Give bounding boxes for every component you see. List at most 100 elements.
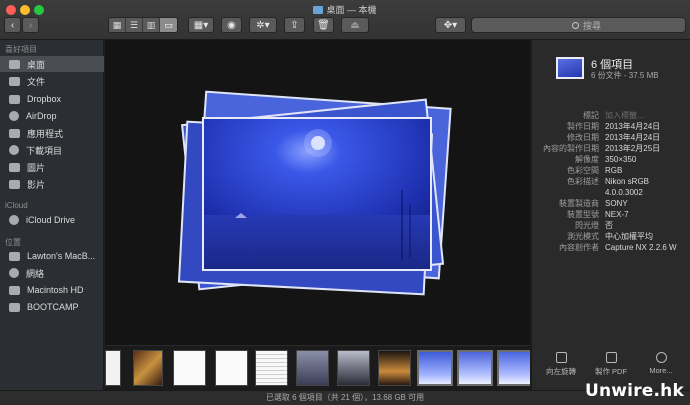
- folder-icon: [313, 6, 324, 14]
- thumbnail[interactable]: [296, 350, 329, 386]
- metadata-key: 內容創作者: [559, 243, 599, 252]
- metadata-value: Capture NX 2.2.6 W: [605, 243, 677, 252]
- pdf-icon: [605, 352, 617, 363]
- metadata-row: 解像度 350×350: [532, 155, 690, 165]
- metadata-key: 修改日期: [567, 133, 599, 142]
- metadata-key: 測光模式: [567, 232, 599, 241]
- create-pdf-button[interactable]: 製作 PDF: [589, 352, 633, 377]
- trash-button[interactable]: 🗑: [313, 17, 334, 33]
- thumbnail[interactable]: [378, 350, 411, 386]
- share-button[interactable]: ⇪: [284, 17, 305, 33]
- network-icon: [9, 268, 19, 278]
- group-by-button[interactable]: ▦▾: [188, 17, 214, 33]
- thumbnail[interactable]: [133, 350, 163, 386]
- metadata-row: 測光模式 中心加權平均: [532, 232, 690, 242]
- sidebar-item-pictures[interactable]: 圖片: [0, 159, 104, 175]
- toolbar: 桌面 — 本機 ‹ › ▦ ☰ ▥ ▭ ▦▾ ◉ ✲▾ ⇪ 🗑 ⏏ ✥▾ 搜尋: [0, 0, 690, 40]
- metadata-row: 內容創作者 Capture NX 2.2.6 W: [532, 243, 690, 253]
- sidebar-item-airdrop[interactable]: AirDrop: [0, 108, 104, 124]
- sidebar-item-label: iCloud Drive: [26, 215, 76, 225]
- action-gear-button[interactable]: ✲▾: [249, 17, 277, 33]
- metadata-row: 色彩空間 RGB: [532, 166, 690, 176]
- forward-button[interactable]: ›: [22, 17, 39, 33]
- metadata-key: 閃光燈: [575, 221, 599, 230]
- filmstrip[interactable]: [105, 345, 530, 390]
- thumbnail[interactable]: [105, 350, 121, 386]
- selection-subtitle: 6 份文件 - 37.5 MB: [591, 71, 659, 80]
- metadata-key: 色彩描述: [567, 177, 599, 186]
- more-actions-button[interactable]: More...: [639, 352, 683, 375]
- rotate-left-button[interactable]: 向左旋轉: [539, 352, 583, 377]
- search-icon: [572, 21, 579, 29]
- column-view-icon[interactable]: ▥: [143, 18, 160, 32]
- add-tags-field[interactable]: 加入標籤…: [605, 111, 645, 121]
- search-placeholder: 搜尋: [583, 20, 602, 31]
- metadata-key: 裝置製造商: [559, 199, 599, 208]
- sidebar-item-network[interactable]: 網絡: [0, 265, 104, 281]
- metadata-row: 內容的製作日期 2013年2月25日: [532, 144, 690, 154]
- metadata-value: Nikon sRGB: [605, 177, 650, 186]
- photo-stack-icon: [556, 57, 584, 79]
- movies-icon: [9, 179, 20, 189]
- gallery-view-icon[interactable]: ▭: [160, 18, 177, 32]
- sidebar-header-favorites: 喜好項目: [5, 45, 37, 54]
- disk-icon: [9, 285, 20, 295]
- sidebar-item-label: BOOTCAMP: [27, 302, 79, 312]
- metadata-row: 裝置型號 NEX-7: [532, 210, 690, 220]
- sidebar-item-label: Dropbox: [27, 94, 62, 104]
- documents-icon: [9, 76, 20, 86]
- sidebar-item-label: 應用程式: [27, 128, 64, 139]
- sidebar-item-desktop[interactable]: 桌面: [0, 56, 104, 72]
- sidebar-item-dropbox[interactable]: Dropbox: [0, 91, 104, 107]
- sidebar-item-macbook[interactable]: Lawton's MacB...: [0, 248, 104, 264]
- metadata-value: 350×350: [605, 155, 637, 164]
- downloads-icon: [9, 145, 19, 155]
- metadata-row: 製作日期 2013年4月24日: [532, 122, 690, 132]
- sidebar-item-movies[interactable]: 影片: [0, 176, 104, 192]
- list-view-icon[interactable]: ☰: [126, 18, 143, 32]
- thumbnail[interactable]: [255, 350, 288, 386]
- sidebar-item-label: 影片: [27, 179, 46, 190]
- metadata-value: 2013年4月24日: [605, 122, 661, 131]
- sidebar-item-label: Lawton's MacB...: [27, 251, 96, 261]
- status-text: 已選取 6 個項目（共 21 個），13.68 GB 可用: [265, 393, 425, 402]
- metadata-value: 2013年4月24日: [605, 133, 661, 142]
- sidebar-item-documents[interactable]: 文件: [0, 73, 104, 89]
- dropbox-button[interactable]: ✥▾: [435, 17, 466, 33]
- sidebar-item-downloads[interactable]: 下載項目: [0, 142, 104, 158]
- thumbnail[interactable]: [215, 350, 248, 386]
- sidebar-item-label: 圖片: [27, 162, 46, 173]
- quick-look-button[interactable]: ◉: [221, 17, 242, 33]
- inspector-panel: 6 個項目 6 份文件 - 37.5 MB 標記 加入標籤… 製作日期 2013年4…: [531, 40, 690, 390]
- thumbnail[interactable]: [337, 350, 370, 386]
- search-field[interactable]: 搜尋: [471, 17, 686, 33]
- thumbnail-selected[interactable]: [457, 350, 493, 386]
- action-label: 向左旋轉: [546, 367, 576, 376]
- sidebar-item-macintosh-hd[interactable]: Macintosh HD: [0, 282, 104, 298]
- thumbnail[interactable]: [173, 350, 206, 386]
- action-label: 製作 PDF: [594, 367, 628, 376]
- gallery-preview[interactable]: [105, 40, 530, 345]
- eject-button[interactable]: ⏏: [341, 17, 369, 33]
- sidebar-item-label: Macintosh HD: [27, 285, 84, 295]
- view-mode-control[interactable]: ▦ ☰ ▥ ▭: [108, 17, 178, 33]
- more-icon: [655, 352, 667, 363]
- sidebar: 喜好項目 桌面 文件 Dropbox AirDrop 應用程式 下載項目 圖片 …: [0, 40, 104, 390]
- sidebar-item-bootcamp[interactable]: BOOTCAMP: [0, 299, 104, 315]
- sidebar-item-applications[interactable]: 應用程式: [0, 125, 104, 141]
- thumbnail-selected[interactable]: [417, 350, 453, 386]
- metadata-value: 否: [605, 221, 613, 230]
- icon-view-icon[interactable]: ▦: [109, 18, 126, 32]
- metadata-row: 裝置製造商 SONY: [532, 199, 690, 209]
- window-title-text: 桌面 — 本機: [326, 5, 377, 15]
- metadata-value: NEX-7: [605, 210, 629, 219]
- airdrop-icon: [9, 111, 19, 121]
- thumbnail-selected[interactable]: [497, 350, 530, 386]
- sidebar-item-icloud-drive[interactable]: iCloud Drive: [0, 212, 104, 228]
- stacked-photo-preview: [177, 90, 452, 296]
- cloud-icon: [9, 215, 19, 225]
- metadata-value: 中心加權平均: [605, 232, 653, 241]
- disk-icon: [9, 302, 20, 312]
- sidebar-item-label: 下載項目: [26, 145, 63, 156]
- back-button[interactable]: ‹: [4, 17, 21, 33]
